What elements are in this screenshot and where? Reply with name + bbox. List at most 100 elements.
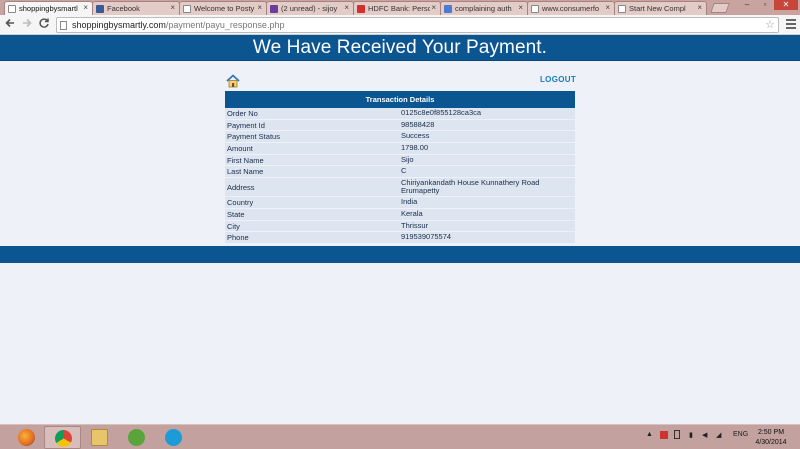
row-value: Sijo (401, 154, 414, 164)
tab-start-new-complaint[interactable]: Start New Compl × (614, 1, 707, 15)
tab-label: Facebook (107, 4, 140, 13)
firefox-icon (18, 429, 35, 446)
forward-arrow-icon (23, 18, 32, 28)
tab-close-icon[interactable]: × (431, 3, 436, 12)
home-icon[interactable] (226, 74, 240, 88)
address-bar[interactable]: shoppingbysmartly.com/payment/payu_respo… (56, 17, 779, 33)
tab-label: www.consumerfo (542, 4, 600, 13)
tab-google-search[interactable]: complaining auth × (440, 1, 528, 15)
row-value: 1798.00 (401, 143, 429, 153)
network-icon[interactable]: ▮ (689, 431, 693, 439)
row-label: State (227, 209, 245, 219)
tab-shoppingbysmartly[interactable]: shoppingbysmartl × (4, 1, 93, 15)
windows-taskbar: ▲ ▮ ◀ ◢ ENG 2:50 PM 4/30/2014 (0, 424, 800, 449)
tab-label: (2 unread) - sijoy (281, 4, 338, 13)
table-row: State Kerala (225, 208, 575, 221)
page-favicon-icon (183, 5, 191, 13)
row-label: Payment Status (227, 132, 280, 142)
row-value: Chiriyankandath House Kunnathery Road Er… (401, 178, 540, 196)
page-favicon-icon (618, 5, 626, 13)
back-arrow-icon (5, 18, 14, 28)
skype-icon (165, 429, 182, 446)
page-header: We Have Received Your Payment. (0, 35, 800, 61)
taskbar-skype[interactable] (155, 426, 192, 449)
minimize-button[interactable]: – (738, 0, 756, 10)
taskbar-file-explorer[interactable] (81, 426, 118, 449)
row-value: 0125c8e0f855128ca3ca (401, 108, 482, 117)
chrome-icon (55, 430, 72, 447)
table-row: Last Name C (225, 166, 575, 179)
row-label: Phone (227, 233, 249, 243)
tab-close-icon[interactable]: × (518, 3, 523, 12)
tab-close-icon[interactable]: × (697, 3, 702, 12)
battery-icon[interactable] (674, 430, 680, 439)
google-favicon-icon (444, 5, 452, 13)
table-row: First Name Sijo (225, 154, 575, 167)
row-value: Thrissur (401, 220, 429, 230)
table-row: Payment Id 98588428 (225, 119, 575, 132)
row-value: Kerala (401, 208, 423, 218)
show-hidden-icons-icon[interactable]: ▲ (646, 431, 653, 438)
tab-close-icon[interactable]: × (344, 3, 349, 12)
tab-close-icon[interactable]: × (83, 3, 88, 12)
volume-icon[interactable]: ◀ (702, 431, 707, 439)
mail-favicon-icon (270, 5, 278, 13)
tab-consumerforum[interactable]: www.consumerfo × (527, 1, 615, 15)
taskbar-utorrent[interactable] (118, 426, 155, 449)
table-row: Payment Status Success (225, 131, 575, 144)
window-close-button[interactable]: ✕ (774, 0, 798, 10)
table-row: Amount 1798.00 (225, 143, 575, 155)
signal-icon[interactable]: ◢ (716, 431, 721, 439)
row-label: Country (227, 198, 254, 208)
hdfc-favicon-icon (357, 5, 365, 13)
language-indicator[interactable]: ENG (733, 431, 748, 438)
tab-close-icon[interactable]: × (257, 3, 262, 12)
row-label: City (227, 221, 240, 231)
taskbar-clock[interactable]: 2:50 PM 4/30/2014 (751, 428, 791, 448)
facebook-favicon-icon (96, 5, 104, 13)
row-value: 98588428 (401, 119, 435, 129)
chrome-menu-button[interactable] (786, 19, 796, 31)
row-value: 919539075574 (401, 232, 452, 242)
logout-link[interactable]: LOGOUT (540, 75, 576, 84)
row-label: Payment Id (227, 120, 265, 130)
tab-posty[interactable]: Welcome to Posty × (179, 1, 267, 15)
tab-label: shoppingbysmartl (19, 4, 78, 13)
row-label: First Name (227, 155, 264, 165)
reload-icon (39, 18, 49, 28)
table-row: City Thrissur (225, 220, 575, 233)
utorrent-icon (128, 429, 145, 446)
tab-label: HDFC Bank: Perso (368, 4, 430, 13)
page-icon (60, 21, 67, 30)
browser-tab-strip: shoppingbysmartl × Facebook × Welcome to… (0, 0, 800, 15)
tab-label: Start New Compl (629, 4, 686, 13)
tab-yahoo-mail[interactable]: (2 unread) - sijoy × (266, 1, 354, 15)
maximize-button[interactable]: ▫ (756, 0, 774, 10)
table-row: Address Chiriyankandath House Kunnathery … (225, 178, 575, 198)
tab-close-icon[interactable]: × (605, 3, 610, 12)
reload-button[interactable] (37, 17, 51, 32)
table-title: Transaction Details (225, 91, 575, 108)
page-footer (0, 246, 800, 263)
page-favicon-icon (8, 5, 16, 13)
new-tab-button[interactable] (710, 3, 730, 13)
browser-toolbar: shoppingbysmartly.com/payment/payu_respo… (0, 15, 800, 35)
forward-button[interactable] (20, 17, 34, 32)
tab-close-icon[interactable]: × (170, 3, 175, 12)
taskbar-firefox[interactable] (8, 426, 45, 449)
back-button[interactable] (3, 17, 17, 32)
row-label: Last Name (227, 167, 264, 177)
page-title: We Have Received Your Payment. (252, 37, 548, 58)
flag-icon[interactable] (660, 431, 668, 439)
tab-hdfc-bank[interactable]: HDFC Bank: Perso × (353, 1, 441, 15)
tab-facebook[interactable]: Facebook × (92, 1, 180, 15)
clock-time: 2:50 PM (757, 429, 785, 436)
row-label: Amount (227, 144, 253, 154)
folder-icon (91, 429, 108, 446)
row-value: India (401, 197, 418, 207)
taskbar-chrome[interactable] (44, 426, 81, 449)
url-path: /payment/payu_response.php (165, 20, 285, 30)
bookmark-star-icon[interactable]: ☆ (765, 18, 775, 31)
table-row: Country India (225, 197, 575, 209)
page-favicon-icon (531, 5, 539, 13)
